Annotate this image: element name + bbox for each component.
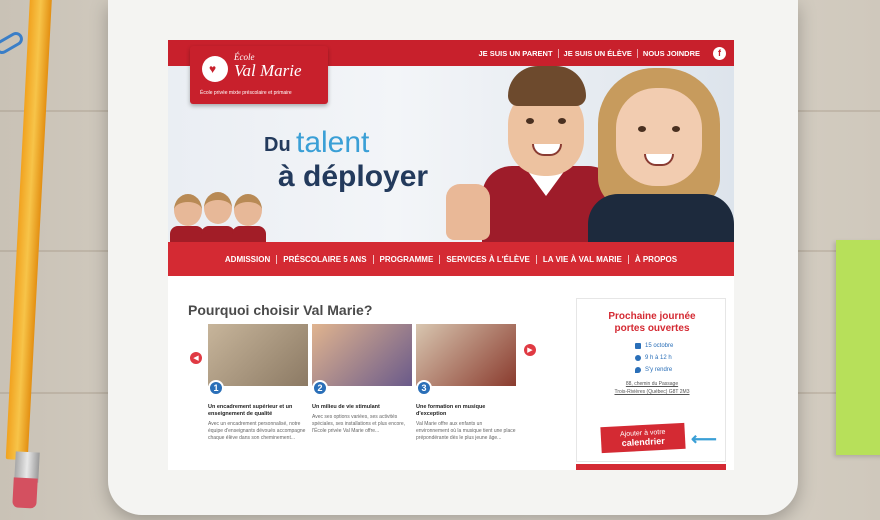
add-to-calendar-line2: calendrier — [621, 435, 665, 449]
nav-services[interactable]: SERVICES À L'ÉLÈVE — [439, 254, 536, 264]
open-house-time-text: 9 h à 12 h — [645, 355, 672, 361]
paperclip — [0, 29, 26, 57]
boy-hair — [508, 66, 586, 106]
card-title: Une formation en musique d'exception — [416, 404, 486, 417]
kid-head — [204, 192, 232, 224]
thumbs-up-hand — [446, 184, 490, 240]
open-house-title-line2: portes ouvertes — [614, 323, 690, 334]
parent-link[interactable]: JE SUIS UN PARENT — [474, 49, 558, 58]
contact-link[interactable]: NOUS JOINDRE — [636, 48, 705, 58]
girl-uniform — [588, 194, 734, 242]
girl-photo — [588, 66, 734, 242]
val-marie-logo[interactable]: ♥ École Val Marie École privée mixte pré… — [190, 46, 328, 104]
feature-card[interactable]: 3 Une formation en musique d'exception V… — [416, 324, 516, 442]
card-number-badge: 3 — [416, 380, 432, 396]
student-link[interactable]: JE SUIS UN ÉLÈVE — [557, 48, 637, 58]
logo-emblem: ♥ — [202, 56, 228, 82]
logo-subtitle: École privée mixte préscolaire et primai… — [200, 90, 292, 96]
clock-icon — [635, 355, 641, 361]
location-pin-icon — [635, 367, 641, 373]
card-text: Avec un encadrement personnalisé, notre … — [208, 421, 306, 441]
card-text: Avec ses options variées, ses activités … — [312, 414, 406, 434]
card-number-badge: 1 — [208, 380, 224, 396]
open-house-address-line1[interactable]: 88, chemin du Passage — [577, 381, 727, 387]
nav-admission[interactable]: ADMISSION — [219, 255, 276, 264]
kid-head — [234, 194, 262, 226]
section-title: Pourquoi choisir Val Marie? — [188, 302, 373, 318]
card-number-badge: 2 — [312, 380, 328, 396]
nav-programme[interactable]: PROGRAMME — [372, 254, 440, 264]
hero-talent: talent — [296, 126, 370, 159]
students-photo — [312, 324, 412, 386]
kid-shirt — [170, 226, 204, 242]
next-panel-edge — [576, 464, 726, 470]
open-house-address-line2[interactable]: Trois-Rivières (Québec) G8T 2M3 — [577, 389, 727, 395]
carousel-prev-icon[interactable]: ◀ — [190, 352, 202, 364]
feature-card[interactable]: 2 Un milieu de vie stimulant Avec ses op… — [312, 324, 412, 435]
kids-photo — [170, 192, 270, 242]
hero-du: Du — [264, 134, 291, 156]
nav-vie[interactable]: LA VIE À VAL MARIE — [535, 254, 628, 264]
pencil-eraser — [12, 477, 38, 509]
hero-a-deployer: à déployer — [278, 160, 429, 193]
nav-a-propos[interactable]: À PROPOS — [627, 254, 683, 264]
open-house-time: 9 h à 12 h — [635, 355, 672, 361]
open-house-location-text: S'y rendre — [645, 367, 673, 373]
heart-icon: ♥ — [209, 62, 217, 76]
eye — [672, 126, 680, 132]
carousel-next-icon[interactable]: ▶ — [524, 344, 536, 356]
open-house-panel: Prochaine journée portes ouvertes 15 oct… — [576, 298, 726, 462]
card-text: Val Marie offre aux enfants un environne… — [416, 421, 516, 441]
open-house-title: Prochaine journée portes ouvertes — [577, 311, 727, 335]
kid-shirt — [201, 226, 235, 242]
sticky-note — [836, 240, 880, 455]
card-title: Un milieu de vie stimulant — [312, 404, 380, 410]
facebook-icon[interactable]: f — [713, 46, 726, 60]
main-nav: ADMISSION PRÉSCOLAIRE 5 ANS PROGRAMME SE… — [168, 242, 734, 276]
nav-prescolaire[interactable]: PRÉSCOLAIRE 5 ANS — [276, 254, 372, 264]
eye — [558, 118, 566, 124]
top-links: JE SUIS UN PARENT JE SUIS UN ÉLÈVE NOUS … — [474, 40, 726, 66]
kid-head — [174, 194, 202, 226]
eye — [526, 118, 534, 124]
open-house-location[interactable]: S'y rendre — [635, 367, 672, 373]
eye — [638, 126, 646, 132]
arrow-left-icon: ⟵ — [691, 429, 717, 449]
add-to-calendar-button[interactable]: Ajouter à votre calendrier — [600, 422, 686, 454]
girl-face — [616, 88, 702, 186]
calendar-icon — [635, 343, 641, 349]
open-house-date: 15 octobre — [635, 343, 673, 349]
kid-shirt — [232, 226, 266, 242]
card-title: Un encadrement supérieur et un enseignem… — [208, 404, 293, 417]
open-house-date-text: 15 octobre — [645, 343, 674, 349]
classroom-photo — [208, 324, 308, 386]
main-content: Pourquoi choisir Val Marie? ◀ ▶ 1 Un enc… — [168, 276, 734, 470]
website-screen: JE SUIS UN PARENT JE SUIS UN ÉLÈVE NOUS … — [168, 40, 734, 470]
logo-name: Val Marie — [234, 61, 302, 80]
open-house-title-line1: Prochaine journée — [608, 311, 696, 322]
violin-photo — [416, 324, 516, 386]
feature-card[interactable]: 1 Un encadrement supérieur et un enseign… — [208, 324, 308, 442]
